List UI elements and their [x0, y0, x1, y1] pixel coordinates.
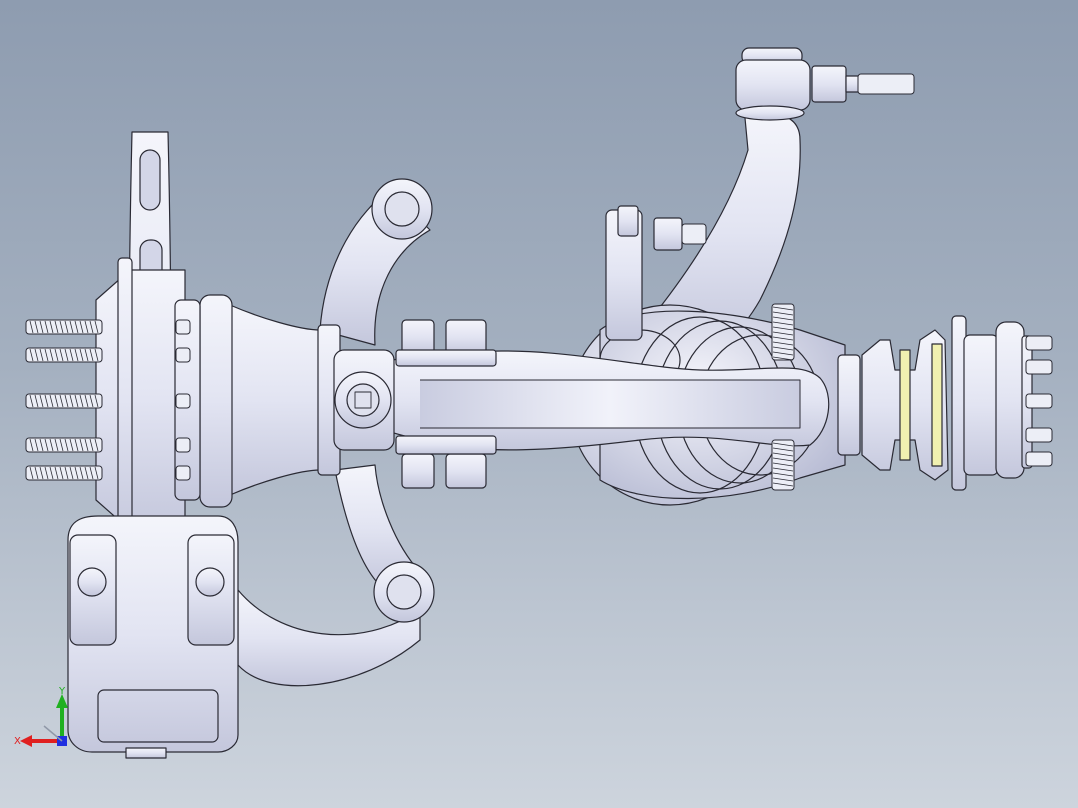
- wheel-hub: [95, 269, 186, 531]
- suspension-assembly-model[interactable]: [0, 0, 1078, 808]
- hub-flange: [229, 304, 321, 496]
- x-axis-label: X: [14, 736, 21, 747]
- clevis-nut: [653, 217, 683, 251]
- coordinate-triad: Y X: [14, 686, 68, 747]
- bolt-upper-left: [401, 319, 435, 355]
- y-axis-label: Y: [58, 686, 66, 697]
- graphics-viewport[interactable]: Y X: [0, 0, 1078, 808]
- tie-rod-thread: [857, 73, 915, 95]
- spring-pin-bottom: [771, 439, 795, 491]
- bolt-lower-left: [401, 453, 435, 489]
- tie-rod-nut: [811, 65, 847, 103]
